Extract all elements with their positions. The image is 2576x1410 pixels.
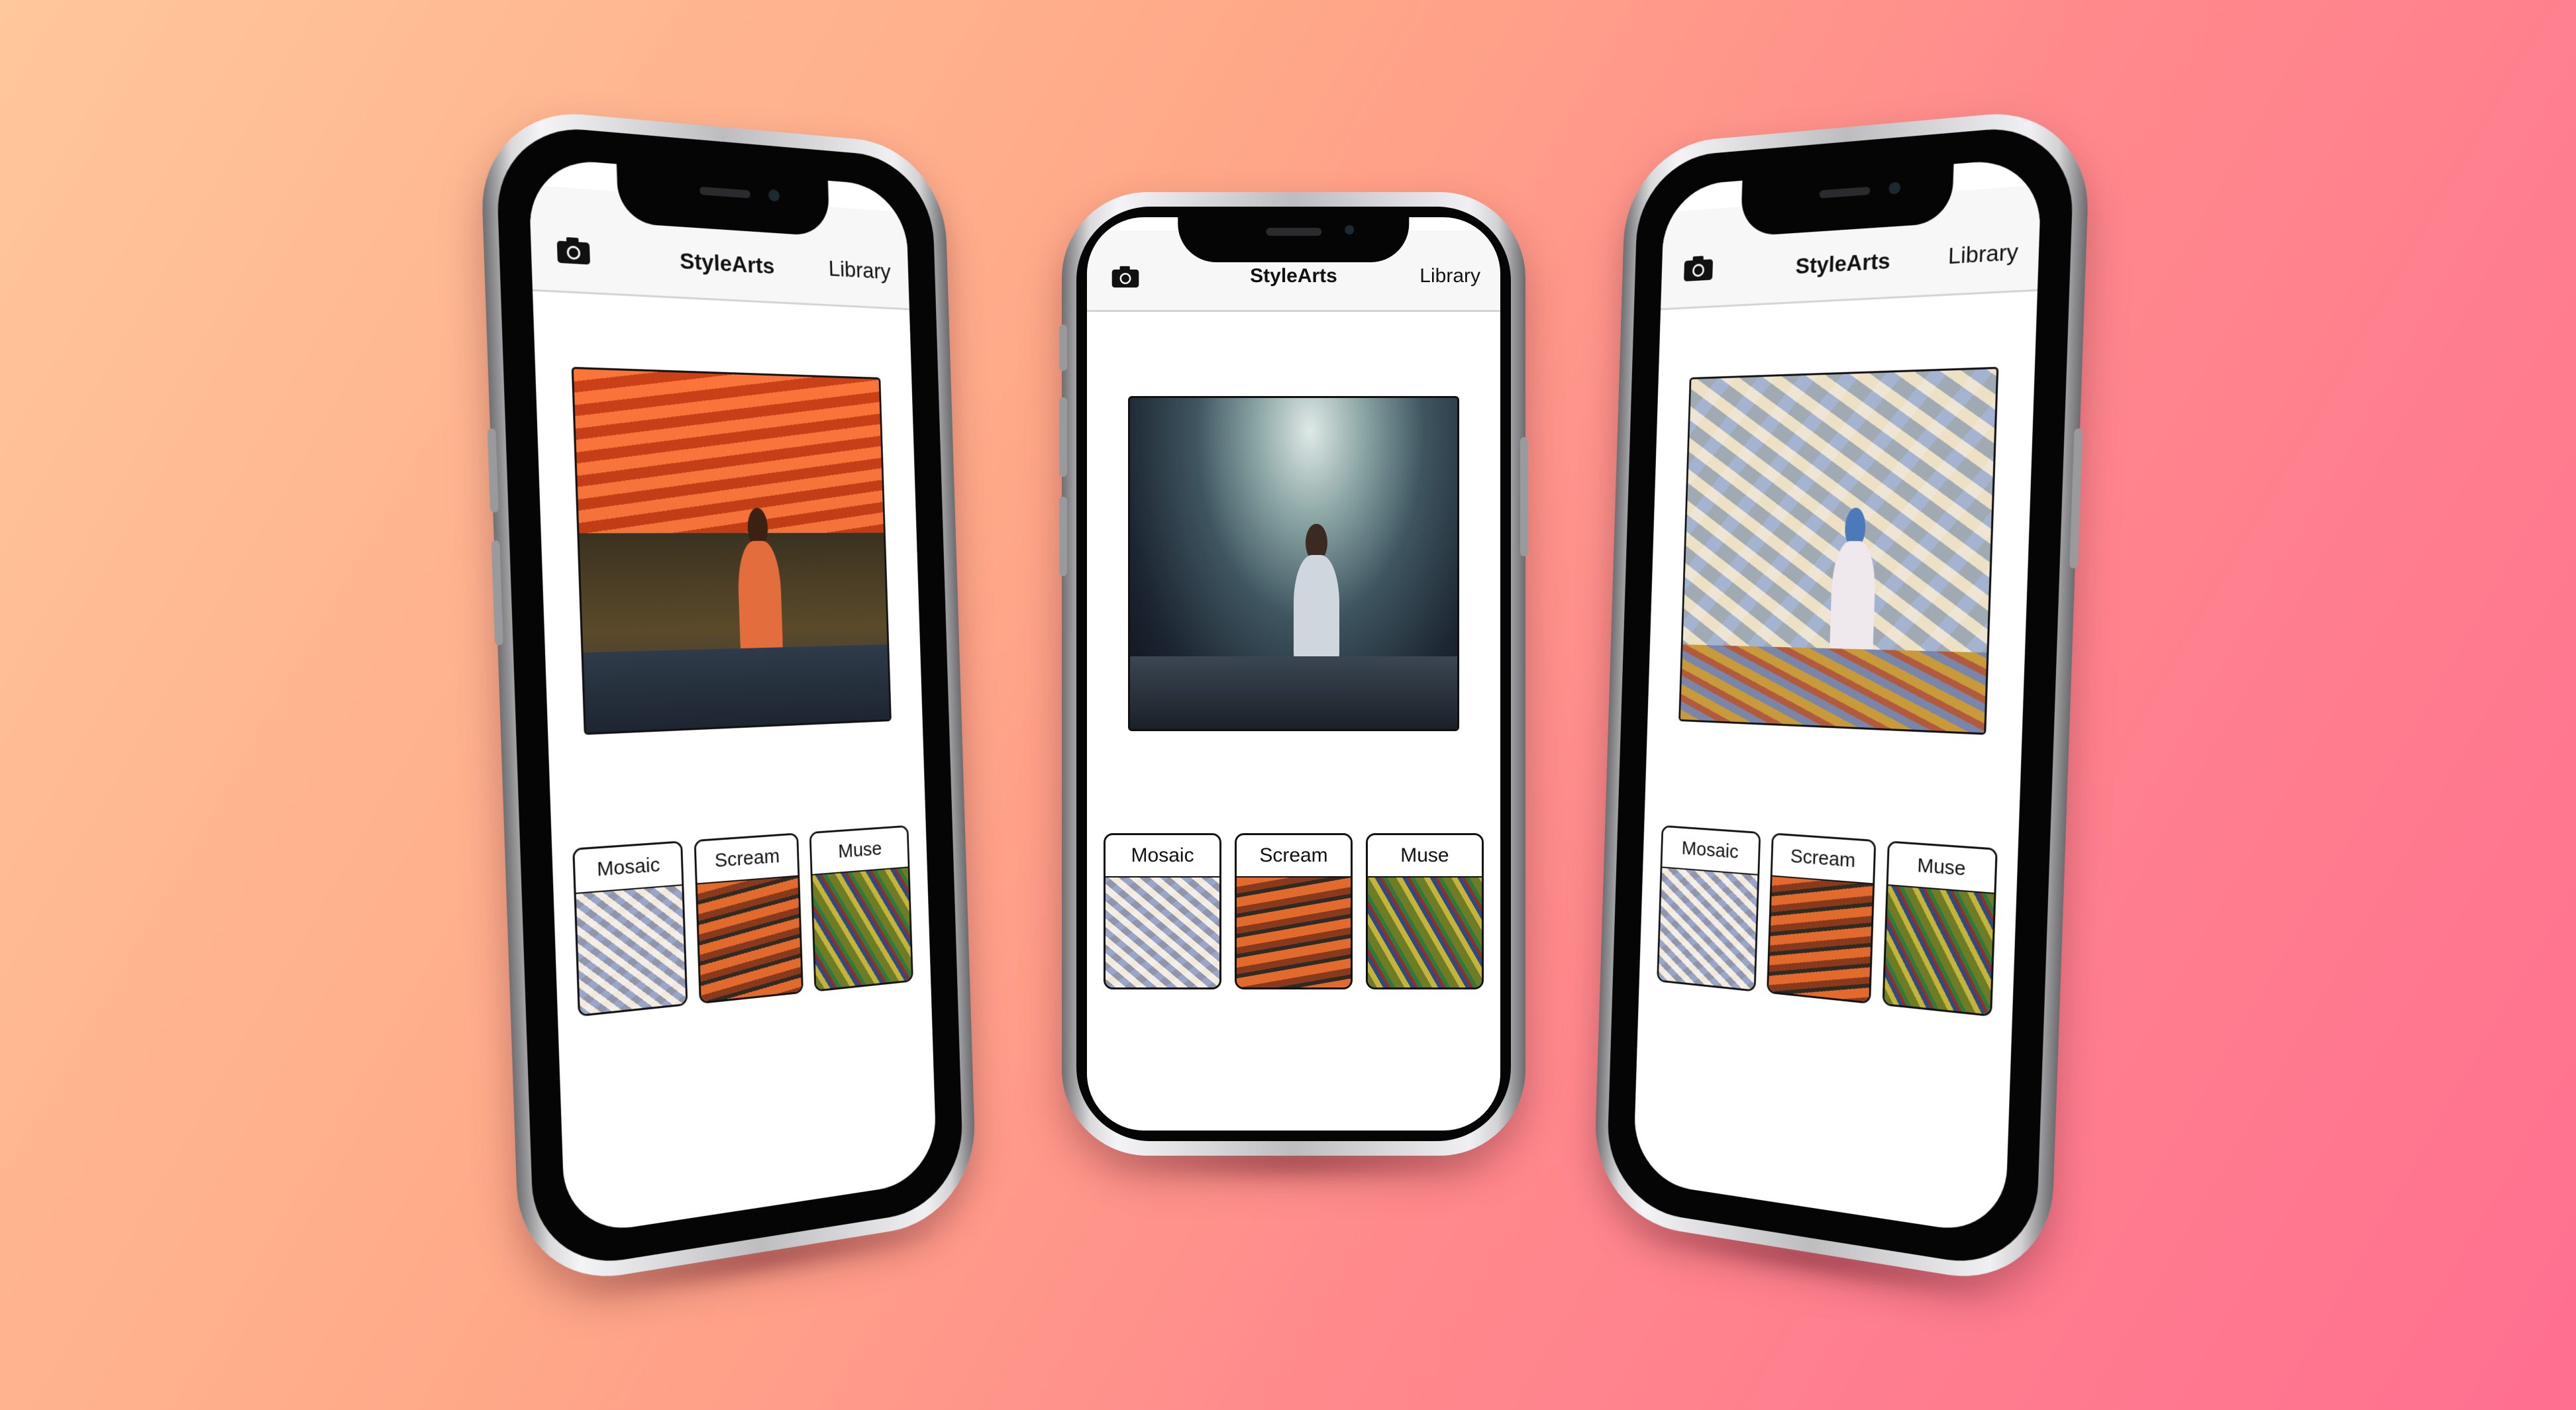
camera-icon[interactable] (1682, 254, 1714, 283)
phone-frame: StyleArts Library Mosaic Scream Muse (1593, 105, 2092, 1291)
notch (1178, 217, 1409, 262)
style-label: Mosaic (1106, 835, 1219, 878)
style-thumbnail (813, 868, 912, 989)
front-camera (1888, 181, 1900, 195)
style-card-mosaic[interactable]: Mosaic (572, 840, 688, 1017)
volume-button (1059, 397, 1067, 477)
library-button[interactable]: Library (828, 256, 891, 285)
style-label: Scream (696, 834, 798, 884)
style-thumbnail (1884, 885, 1994, 1015)
front-camera (768, 189, 780, 202)
photo-rock (1130, 656, 1457, 729)
phone-center: StyleArts Library Mosaic Scream Muse (1062, 192, 1525, 1156)
style-card-muse[interactable]: Muse (809, 825, 914, 992)
style-card-scream[interactable]: Scream (1767, 832, 1877, 1004)
camera-icon[interactable] (555, 235, 592, 266)
style-card-muse[interactable]: Muse (1882, 840, 1998, 1017)
volume-button (488, 428, 499, 513)
phone-screen: StyleArts Library Mosaic Scream Muse (1633, 157, 2042, 1237)
app-title: StyleArts (1250, 265, 1337, 287)
style-picker: Mosaic Scream Muse (1104, 833, 1484, 1005)
power-button (1520, 437, 1528, 556)
mute-switch (1059, 325, 1067, 371)
stylized-photo (1678, 367, 1998, 735)
library-button[interactable]: Library (1947, 239, 2018, 270)
app-title: StyleArts (1795, 248, 1890, 280)
photo-rock (1680, 644, 1986, 732)
phone-bezel: StyleArts Library Mosaic Scream Muse (1606, 123, 2075, 1274)
volume-button (491, 540, 503, 645)
phone-frame: StyleArts Library Mosaic Scream Muse (1062, 192, 1525, 1156)
style-thumbnail (1368, 878, 1482, 987)
style-label: Mosaic (1662, 827, 1759, 876)
camera-icon[interactable] (1111, 265, 1140, 289)
original-photo (1128, 396, 1459, 731)
style-card-scream[interactable]: Scream (694, 832, 803, 1004)
phone-screen: StyleArts Library Mosaic Scream Muse (528, 157, 937, 1237)
front-camera (1345, 225, 1354, 234)
volume-button (1059, 497, 1067, 576)
style-label: Muse (1368, 835, 1482, 878)
style-card-mosaic[interactable]: Mosaic (1104, 833, 1221, 989)
style-label: Scream (1237, 835, 1351, 878)
phone-right: StyleArts Library Mosaic Scream Muse (1593, 105, 2092, 1291)
style-card-muse[interactable]: Muse (1366, 833, 1484, 989)
phone-left: StyleArts Library Mosaic Scream Muse (479, 105, 978, 1291)
speaker (699, 187, 750, 199)
style-thumbnail (1659, 868, 1758, 989)
phone-bezel: StyleArts Library Mosaic Scream Muse (495, 123, 964, 1274)
library-button[interactable]: Library (1419, 265, 1480, 287)
app-title: StyleArts (680, 248, 775, 280)
style-thumbnail (1769, 877, 1873, 1002)
style-thumbnail (1237, 878, 1351, 987)
phone-bezel: StyleArts Library Mosaic Scream Muse (1076, 207, 1511, 1141)
style-thumbnail (697, 877, 802, 1002)
stylized-photo (572, 367, 891, 735)
photo-rock (584, 644, 890, 732)
style-card-scream[interactable]: Scream (1235, 833, 1353, 989)
style-thumbnail (576, 885, 686, 1015)
style-label: Muse (811, 827, 908, 876)
style-thumbnail (1106, 878, 1219, 987)
power-button (2069, 428, 2083, 568)
style-picker: Mosaic Scream Muse (572, 825, 914, 1027)
speaker (1820, 187, 1871, 199)
style-picker: Mosaic Scream Muse (1656, 825, 1998, 1027)
phone-screen: StyleArts Library Mosaic Scream Muse (1087, 217, 1500, 1131)
phone-frame: StyleArts Library Mosaic Scream Muse (479, 105, 978, 1291)
speaker (1266, 228, 1321, 236)
style-label: Scream (1772, 834, 1874, 884)
style-card-mosaic[interactable]: Mosaic (1657, 825, 1761, 992)
